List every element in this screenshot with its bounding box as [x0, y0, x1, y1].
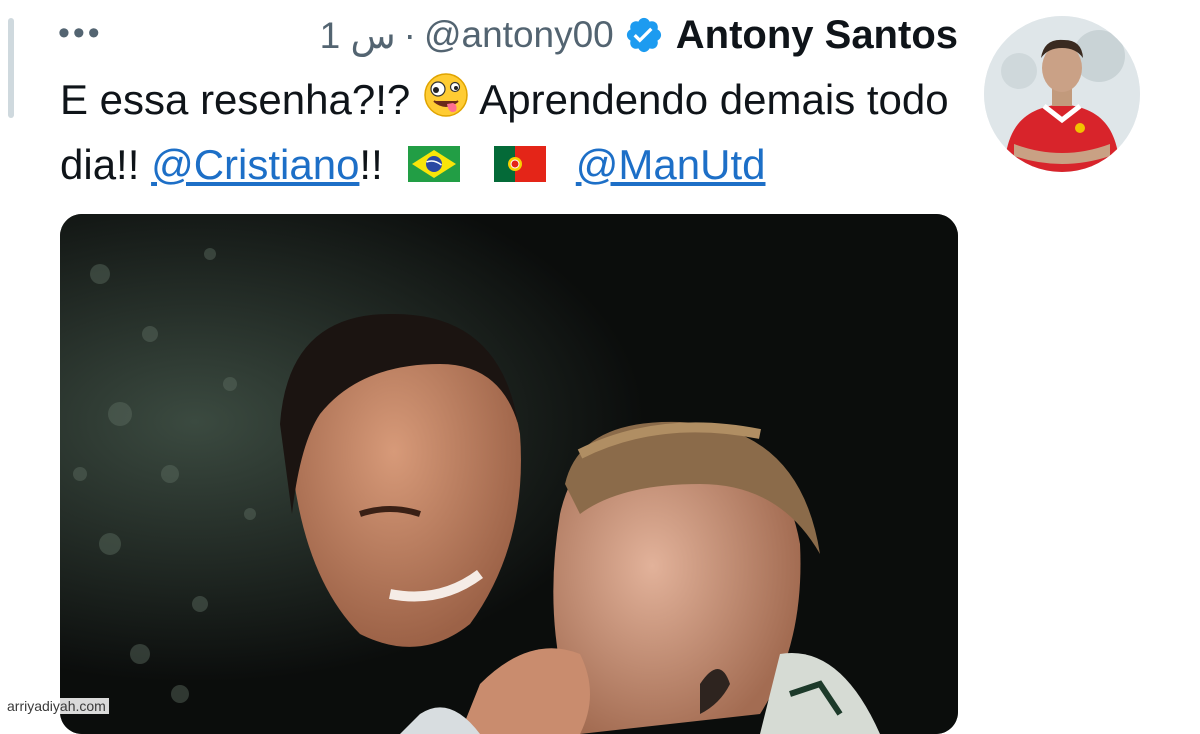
tweet-text-part1: E essa resenha?!? — [60, 76, 411, 123]
tweet-header: 1 س · @antony00 Antony Santos — [320, 12, 958, 58]
display-name[interactable]: Antony Santos — [676, 13, 958, 58]
more-options-icon[interactable]: ••• — [58, 16, 103, 50]
user-handle[interactable]: @antony00 — [424, 14, 614, 56]
tweet-media-photo[interactable] — [60, 214, 958, 734]
timestamp[interactable]: 1 س — [320, 14, 396, 57]
flag-portugal-icon — [494, 138, 547, 198]
thread-line — [8, 18, 14, 118]
mention-cristiano-link[interactable]: @Cristiano — [151, 141, 359, 188]
watermark: arriyadiyah.com — [4, 698, 109, 714]
mention-manutd-link[interactable]: @ManUtd — [576, 141, 766, 188]
separator: · — [403, 14, 416, 55]
verified-badge-icon — [624, 15, 664, 55]
tweet-text: E essa resenha?!? Aprendendo demais todo… — [60, 70, 960, 198]
avatar[interactable] — [984, 16, 1140, 172]
zany-face-emoji-icon — [422, 71, 470, 135]
tweet-text-part3: !! — [359, 140, 383, 188]
flag-brazil-icon — [408, 138, 461, 198]
